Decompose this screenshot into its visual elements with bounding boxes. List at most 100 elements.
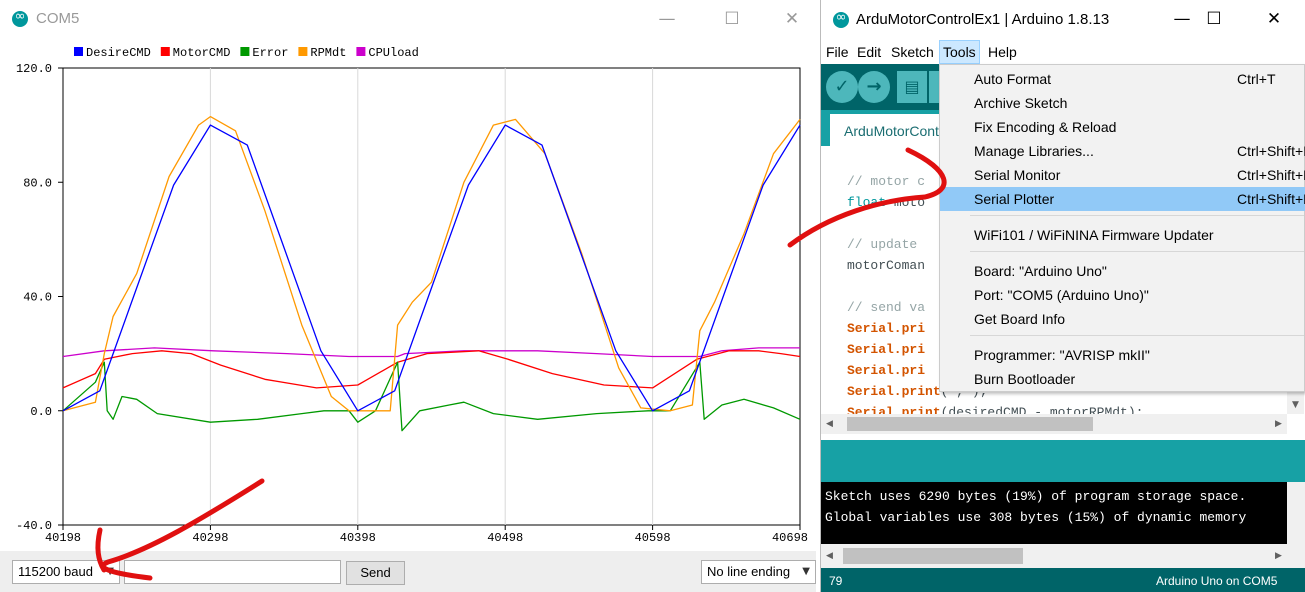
- maximize-icon[interactable]: ☐: [1191, 0, 1237, 38]
- code-token: Serial.print: [847, 405, 941, 414]
- line-ending-select[interactable]: No line ending ▼: [701, 560, 816, 584]
- code-token: float: [847, 195, 887, 210]
- serial-plot-chart: 40198 40298 40398 40498 40598 40698 120.0 80.0 4…: [16, 46, 808, 545]
- close-icon[interactable]: ✕: [769, 0, 815, 38]
- menu-item-archive-sketch[interactable]: Archive Sketch: [940, 91, 1305, 115]
- menu-item-board-arduino-uno[interactable]: Board: "Arduino Uno": [940, 259, 1305, 283]
- y-tick-label: 120.0: [16, 62, 52, 76]
- menu-item-fix-encoding-reload[interactable]: Fix Encoding & Reload: [940, 115, 1305, 139]
- baud-rate-value: 115200 baud: [18, 564, 93, 579]
- tools-menu-dropdown: Auto Format Ctrl+T Archive Sketch Fix Encod…: [939, 64, 1305, 392]
- scroll-right-arrow-icon[interactable]: ▶: [1270, 414, 1287, 434]
- menu-item-burn-bootloader[interactable]: Burn Bootloader: [940, 367, 1305, 391]
- menu-item-shortcut: Ctrl+Shift+L: [1237, 191, 1305, 207]
- menu-item-label: Serial Monitor: [974, 167, 1061, 183]
- menu-item-label: Fix Encoding & Reload: [974, 119, 1117, 135]
- code-line: // update: [847, 237, 917, 252]
- menu-item-label: Board: "Arduino Uno": [974, 263, 1107, 279]
- close-icon[interactable]: ✕: [1251, 0, 1297, 38]
- menu-item-programmer-avrisp-mkii[interactable]: Programmer: "AVRISP mkII": [940, 343, 1305, 367]
- x-tick-label: 40398: [340, 531, 376, 545]
- scroll-down-arrow-icon[interactable]: ▼: [1287, 397, 1304, 414]
- plotter-titlebar[interactable]: COM5 — ☐ ✕: [0, 0, 816, 38]
- ide-window-title: ArduMotorControlEx1 | Arduino 1.8.13: [856, 11, 1110, 28]
- menu-item-label: Burn Bootloader: [974, 371, 1076, 387]
- code-line: // motor c: [847, 174, 925, 189]
- menu-item-shortcut: Ctrl+Shift+M: [1237, 167, 1305, 183]
- arduino-logo-icon: [12, 9, 28, 27]
- upload-icon[interactable]: →: [858, 71, 890, 103]
- code-line: Serial.pri: [847, 342, 925, 357]
- code-line: motorComan: [847, 258, 925, 273]
- legend-label-motorcmd: MotorCMD: [173, 46, 231, 60]
- menu-item-manage-libraries[interactable]: Manage Libraries... Ctrl+Shift+I: [940, 139, 1305, 163]
- code-line: Serial.pri: [847, 363, 925, 378]
- menu-separator: [970, 335, 1304, 336]
- code-token: motorComan: [847, 258, 926, 273]
- x-tick-label: 40298: [192, 531, 228, 545]
- scrollbar-thumb[interactable]: [847, 417, 1093, 431]
- x-tick-label: 40598: [635, 531, 671, 545]
- new-sketch-icon[interactable]: ▤: [897, 71, 927, 103]
- legend-label-cpuload: CPUload: [368, 46, 418, 60]
- menu-item-shortcut: Ctrl+Shift+I: [1237, 143, 1305, 159]
- message-bar: [821, 440, 1305, 482]
- code-token: // send va: [847, 300, 926, 315]
- menu-item-port-com5-arduino-uno[interactable]: Port: "COM5 (Arduino Uno)": [940, 283, 1305, 307]
- editor-horizontal-scrollbar[interactable]: ◀ ▶: [821, 414, 1287, 434]
- menu-edit[interactable]: Edit: [854, 40, 884, 64]
- ide-status-bar: 79 Arduino Uno on COM5: [821, 568, 1305, 592]
- menu-item-label: Get Board Info: [974, 311, 1066, 327]
- menu-item-label: Manage Libraries...: [974, 143, 1094, 159]
- console-vertical-scrollbar[interactable]: [1287, 482, 1305, 568]
- minimize-icon[interactable]: —: [644, 0, 690, 38]
- menu-item-wifi101-wifinina-firmware-updater[interactable]: WiFi101 / WiFiNINA Firmware Updater: [940, 223, 1305, 247]
- menu-item-auto-format[interactable]: Auto Format Ctrl+T: [940, 67, 1305, 91]
- menu-tools[interactable]: Tools: [939, 40, 980, 64]
- verify-icon[interactable]: ✓: [826, 71, 858, 103]
- send-input[interactable]: [124, 560, 341, 584]
- ide-titlebar[interactable]: ArduMotorControlEx1 | Arduino 1.8.13 — ☐…: [821, 0, 1305, 40]
- x-tick-label: 40698: [772, 531, 808, 545]
- code-line: Serial.pri: [847, 321, 925, 336]
- plotter-bottom-bar: 115200 baud ▼ Send No line ending ▼: [0, 551, 816, 592]
- code-token: // update: [847, 237, 918, 252]
- plot-area: 40198 40298 40398 40498 40598 40698 120.0 80.0 4…: [0, 38, 816, 551]
- send-button[interactable]: Send: [346, 561, 405, 585]
- status-line-number: 79: [829, 574, 843, 588]
- output-console: Sketch uses 6290 bytes (19%) of program …: [821, 482, 1305, 544]
- y-tick-label: 40.0: [23, 291, 52, 305]
- scroll-right-arrow-icon[interactable]: ▶: [1270, 544, 1287, 568]
- menu-help[interactable]: Help: [985, 40, 1020, 64]
- y-tick-label: 0.0: [30, 405, 52, 419]
- line-ending-value: No line ending: [707, 564, 791, 579]
- menu-item-serial-plotter[interactable]: Serial Plotter Ctrl+Shift+L: [940, 187, 1305, 211]
- code-line: float moto: [847, 195, 925, 210]
- console-line: Global variables use 308 bytes (15%) of …: [825, 510, 1247, 525]
- serial-plotter-window: COM5 — ☐ ✕ 40198 40298 40398 40498 40598 4069…: [0, 0, 816, 592]
- legend-label-rpmdt: RPMdt: [310, 46, 346, 60]
- console-line: Sketch uses 6290 bytes (19%) of program …: [825, 489, 1247, 504]
- menu-item-label: Port: "COM5 (Arduino Uno)": [974, 287, 1149, 303]
- console-horizontal-scrollbar[interactable]: ◀ ▶: [821, 544, 1287, 568]
- scrollbar-thumb[interactable]: [843, 548, 1023, 564]
- baud-rate-select[interactable]: 115200 baud ▼: [12, 560, 120, 584]
- scroll-left-arrow-icon[interactable]: ◀: [821, 544, 838, 568]
- menu-item-serial-monitor[interactable]: Serial Monitor Ctrl+Shift+M: [940, 163, 1305, 187]
- scroll-left-arrow-icon[interactable]: ◀: [821, 414, 838, 434]
- maximize-icon[interactable]: ☐: [709, 0, 755, 38]
- open-sketch-icon[interactable]: [929, 71, 939, 103]
- menu-separator: [970, 215, 1304, 216]
- menu-item-label: Archive Sketch: [974, 95, 1068, 111]
- menu-item-label: Serial Plotter: [974, 191, 1055, 207]
- legend-swatch-cpuload: [356, 47, 366, 56]
- code-line: Serial.print(desiredCMD - motorRPMdt);: [847, 405, 1143, 414]
- menu-file[interactable]: File: [823, 40, 852, 64]
- menu-item-label: Programmer: "AVRISP mkII": [974, 347, 1150, 363]
- menu-sketch[interactable]: Sketch: [888, 40, 937, 64]
- code-token: Serial.pri: [847, 321, 926, 336]
- code-token: (desiredCMD - motorRPMdt);: [940, 405, 1144, 414]
- menu-separator: [970, 251, 1304, 252]
- menu-item-get-board-info[interactable]: Get Board Info: [940, 307, 1305, 331]
- code-token: moto: [886, 195, 926, 210]
